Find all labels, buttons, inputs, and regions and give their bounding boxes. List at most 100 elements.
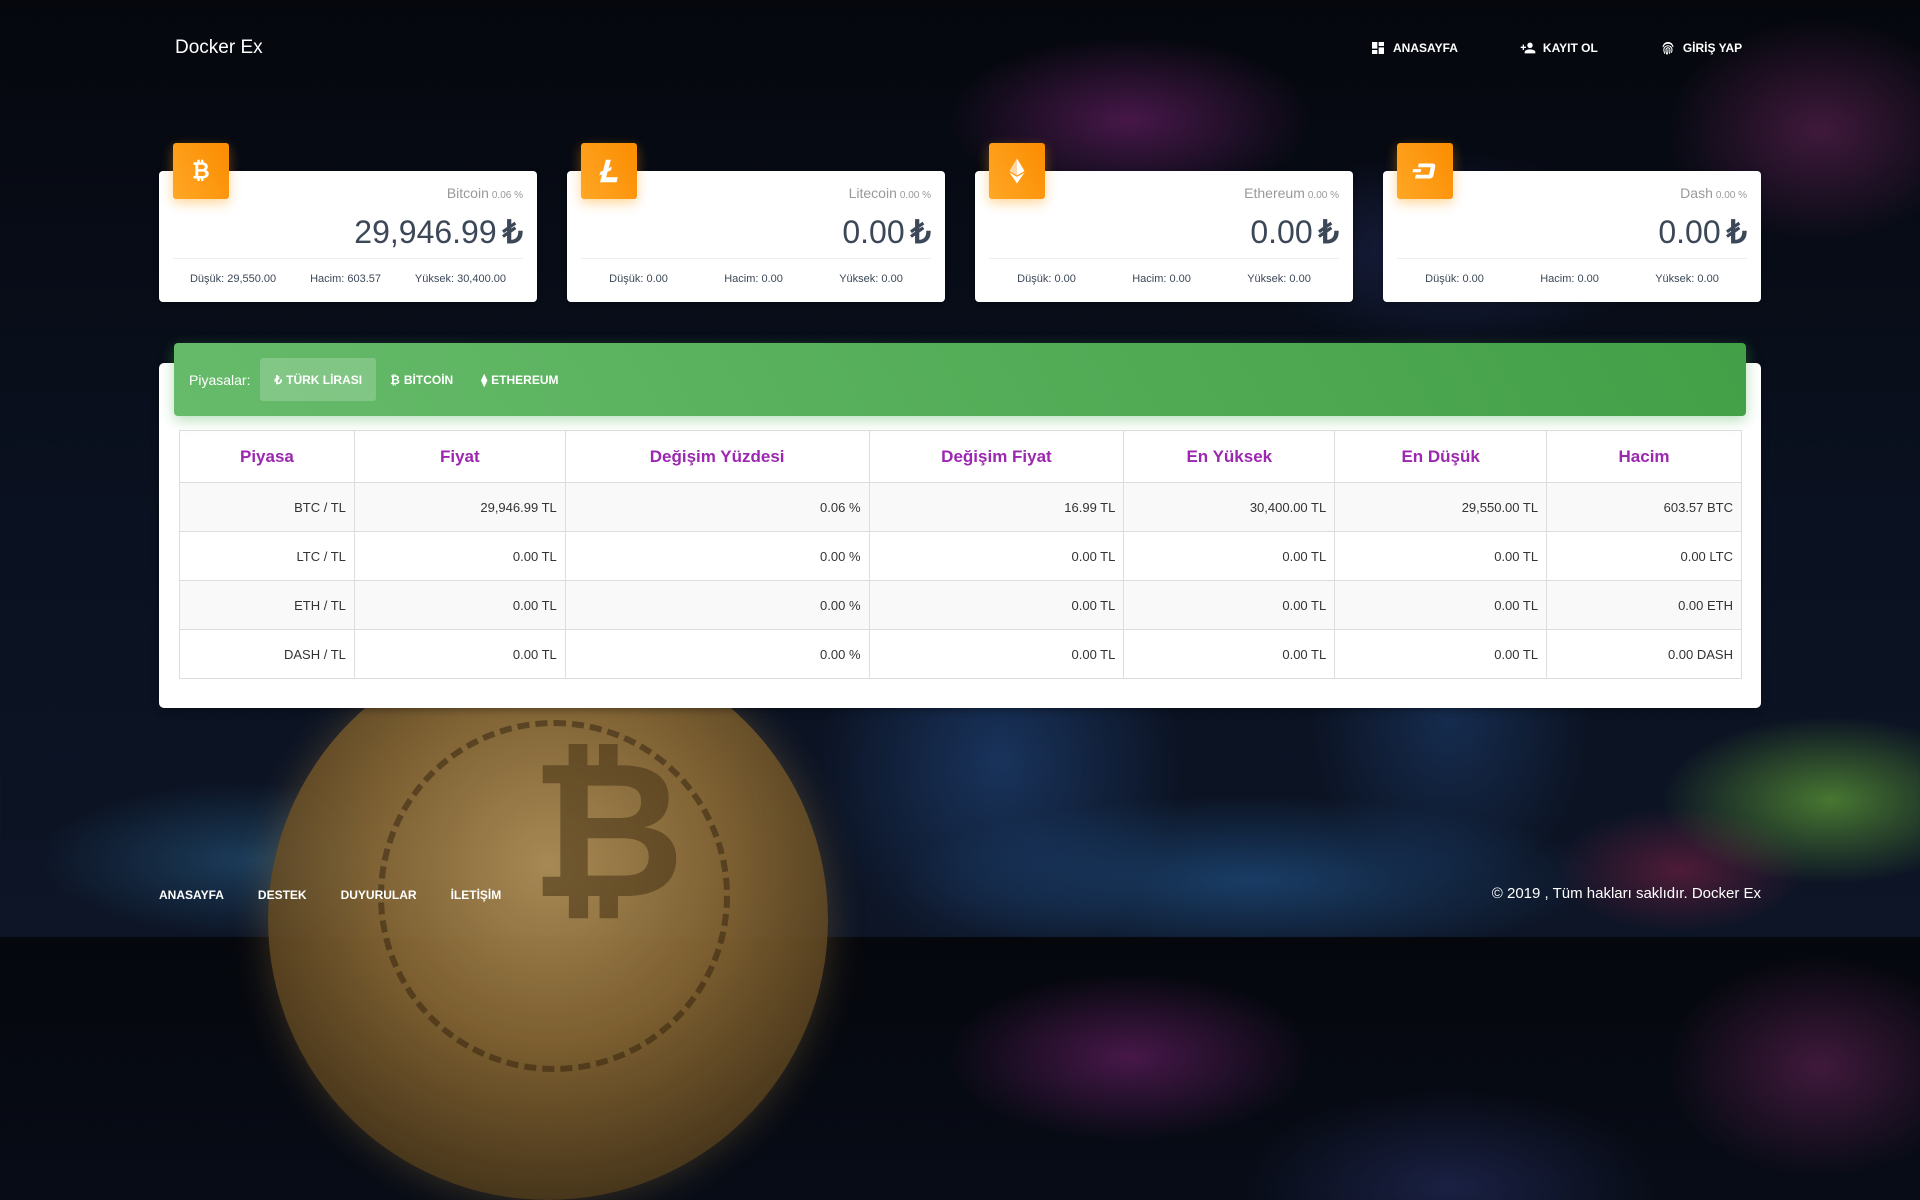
- column-header-low[interactable]: En Düşük: [1334, 430, 1548, 483]
- coin-name: Litecoin: [848, 185, 897, 201]
- coin-low: Düşük: 0.00: [1017, 273, 1076, 285]
- tab-label: BİTCOİN: [403, 372, 454, 387]
- cell-change-percent: 0.06 %: [564, 482, 870, 532]
- nav-login-label: GİRİŞ YAP: [1682, 41, 1743, 55]
- coin-change-pct: 0.06 %: [491, 190, 523, 201]
- coin-name: Ethereum: [1244, 185, 1305, 201]
- nav-home-label: ANASAYFA: [1393, 41, 1458, 55]
- cell-change-price: 0.00 TL: [868, 580, 1125, 630]
- markets-label: Piyasalar:: [189, 371, 251, 388]
- tab-label: ETHEREUM: [491, 372, 559, 387]
- bitcoin-icon: [193, 159, 209, 181]
- nav-register-link[interactable]: KAYIT OL: [1520, 40, 1598, 56]
- column-header-volume[interactable]: Hacim: [1546, 430, 1742, 483]
- coin-high: Yüksek: 30,400.00: [414, 273, 507, 285]
- cell-low: 0.00 TL: [1334, 531, 1548, 581]
- litecoin-card: Litecoin 0.00 % 0.00 ₺ Düşük: 0.00 Hacim: …: [567, 143, 945, 302]
- cell-change-percent: 0.00 %: [564, 531, 870, 581]
- bitcoin-small-icon: ₿: [390, 372, 400, 387]
- person-add-icon: [1520, 42, 1536, 54]
- cell-market: BTC / TL: [179, 482, 355, 532]
- coin-name-label: Litecoin 0.00 %: [849, 185, 931, 201]
- cell-volume: 603.57 BTC: [1546, 482, 1742, 532]
- footer-link-support[interactable]: DESTEK: [258, 888, 307, 902]
- nav-login-link[interactable]: GİRİŞ YAP: [1660, 40, 1742, 56]
- table-row[interactable]: ETH / TL 0.00 TL 0.00 % 0.00 TL 0.00 TL …: [179, 580, 1742, 630]
- coin-price: 0.00 ₺: [842, 213, 931, 251]
- coin-price: 0.00 ₺: [1658, 213, 1747, 251]
- cell-low: 0.00 TL: [1334, 580, 1548, 630]
- ethereum-icon: [1009, 158, 1025, 184]
- coin-price-value: 29,946.99: [354, 214, 497, 250]
- cell-high: 30,400.00 TL: [1123, 482, 1336, 532]
- cell-change-price: 16.99 TL: [868, 482, 1125, 532]
- table-header-row: Piyasa Fiyat Değişim Yüzdesi Değişim Fiy…: [179, 430, 1742, 483]
- bitcoin-badge: [173, 143, 229, 199]
- table-row[interactable]: LTC / TL 0.00 TL 0.00 % 0.00 TL 0.00 TL …: [179, 531, 1742, 581]
- coin-change-pct: 0.00 %: [1307, 190, 1339, 201]
- coin-stats: Düşük: 0.00 Hacim: 0.00 Yüksek: 0.00: [989, 258, 1339, 285]
- column-header-market[interactable]: Piyasa: [179, 430, 355, 483]
- cell-market: LTC / TL: [179, 531, 355, 581]
- markets-tabs-header: Piyasalar: ₺ TÜRK LİRASI ₿ BİTCOİN ⧫ ETH…: [174, 343, 1746, 416]
- coin-high: Yüksek: 0.00: [1247, 273, 1311, 285]
- nav-register-label: KAYIT OL: [1542, 41, 1598, 55]
- coin-stats: Düşük: 0.00 Hacim: 0.00 Yüksek: 0.00: [581, 258, 931, 285]
- bitcoin-card: Bitcoin 0.06 % 29,946.99 ₺ Düşük: 29,550.0…: [159, 143, 537, 302]
- table-row[interactable]: DASH / TL 0.00 TL 0.00 % 0.00 TL 0.00 TL…: [179, 629, 1742, 679]
- coin-stats: Düşük: 29,550.00 Hacim: 603.57 Yüksek: 3…: [173, 258, 523, 285]
- column-header-price[interactable]: Fiyat: [353, 430, 566, 483]
- coin-volume: Hacim: 0.00: [724, 273, 783, 285]
- top-navigation: ANASAYFA KAYIT OL GİRİŞ YAP: [1370, 40, 1742, 56]
- coin-low: Düşük: 0.00: [1425, 273, 1484, 285]
- tab-bitcoin[interactable]: ₿ BİTCOİN: [376, 358, 467, 401]
- coin-low: Düşük: 0.00: [609, 273, 668, 285]
- footer-navigation: ANASAYFA DESTEK DUYURULAR İLETİŞİM: [159, 888, 535, 902]
- cell-volume: 0.00 LTC: [1546, 531, 1742, 581]
- ethereum-card: Ethereum 0.00 % 0.00 ₺ Düşük: 0.00 Hacim: …: [975, 143, 1353, 302]
- cell-market: DASH / TL: [179, 629, 355, 679]
- cell-price: 0.00 TL: [353, 531, 566, 581]
- cell-price: 0.00 TL: [353, 629, 566, 679]
- bitcoin-background-glyph: ₿: [530, 720, 685, 941]
- column-header-change-percent[interactable]: Değişim Yüzdesi: [564, 430, 870, 483]
- cell-volume: 0.00 DASH: [1546, 629, 1742, 679]
- markets-table: Piyasa Fiyat Değişim Yüzdesi Değişim Fiy…: [179, 430, 1742, 679]
- coin-change-pct: 0.00 %: [1715, 190, 1747, 201]
- coin-volume: Hacim: 0.00: [1132, 273, 1191, 285]
- tab-turkish-lira[interactable]: ₺ TÜRK LİRASI: [260, 358, 377, 401]
- cell-high: 0.00 TL: [1123, 531, 1336, 581]
- brand-logo[interactable]: Docker Ex: [175, 37, 263, 59]
- cell-high: 0.00 TL: [1123, 580, 1336, 630]
- coin-name-label: Bitcoin 0.06 %: [447, 185, 523, 201]
- footer-link-announcements[interactable]: DUYURULAR: [341, 888, 417, 902]
- copyright-text: © 2019 , Tüm hakları saklıdır. Docker Ex: [1491, 885, 1761, 902]
- tab-label: TÜRK LİRASI: [286, 372, 363, 387]
- cell-change-percent: 0.00 %: [564, 580, 870, 630]
- coin-name-label: Ethereum 0.00 %: [1244, 185, 1339, 201]
- lira-symbol: ₺: [910, 214, 931, 250]
- table-row[interactable]: BTC / TL 29,946.99 TL 0.06 % 16.99 TL 30…: [179, 482, 1742, 532]
- cell-low: 0.00 TL: [1334, 629, 1548, 679]
- column-header-high[interactable]: En Yüksek: [1123, 430, 1336, 483]
- lira-icon: ₺: [274, 372, 283, 387]
- cell-high: 0.00 TL: [1123, 629, 1336, 679]
- cell-change-price: 0.00 TL: [868, 531, 1125, 581]
- coin-high: Yüksek: 0.00: [1655, 273, 1719, 285]
- coin-price-value: 0.00: [1250, 214, 1313, 250]
- dashboard-icon: [1372, 42, 1384, 54]
- footer-link-contact[interactable]: İLETİŞİM: [451, 888, 502, 902]
- coin-price-value: 0.00: [842, 214, 905, 250]
- column-header-change-price[interactable]: Değişim Fiyat: [868, 430, 1125, 483]
- tab-ethereum[interactable]: ⧫ ETHEREUM: [467, 358, 572, 401]
- nav-home-link[interactable]: ANASAYFA: [1370, 40, 1458, 56]
- footer-link-home[interactable]: ANASAYFA: [159, 888, 224, 902]
- cell-price: 0.00 TL: [353, 580, 566, 630]
- coin-change-pct: 0.00 %: [899, 190, 931, 201]
- coin-name: Dash: [1680, 185, 1713, 201]
- coin-volume: Hacim: 603.57: [310, 273, 381, 285]
- cell-change-percent: 0.00 %: [564, 629, 870, 679]
- coin-stats: Düşük: 0.00 Hacim: 0.00 Yüksek: 0.00: [1397, 258, 1747, 285]
- ethereum-small-icon: ⧫: [481, 372, 488, 387]
- cell-volume: 0.00 ETH: [1546, 580, 1742, 630]
